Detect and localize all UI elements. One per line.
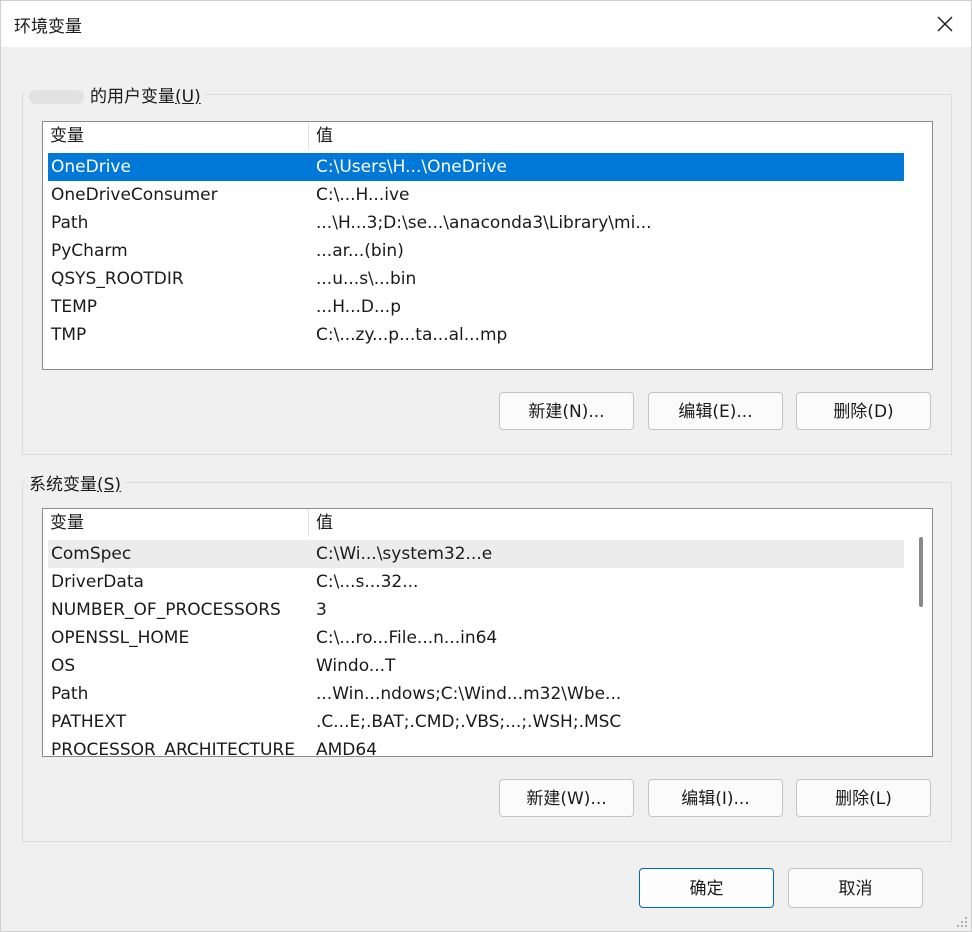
variable-value: Windo...T [316,656,396,676]
system-variables-label-accel: (S) [97,475,122,495]
system-variables-label-text: 系统变量 [29,475,97,495]
variable-value: ...H...D...p [316,297,401,317]
variable-value: .C...E;.BAT;.CMD;.VBS;...;.WSH;.MSC [316,712,622,732]
close-icon [937,16,953,32]
variable-name: OneDriveConsumer [51,185,218,205]
user-edit-button[interactable]: 编辑(E)... [648,392,783,430]
column-header-value[interactable]: 值 [309,509,903,537]
variable-name: OS [51,656,76,676]
variable-value: AMD64 [316,740,378,757]
user-variables-label-text: 的用户变量 [90,87,175,107]
variable-value: C:\...ro...File...n...in64 [316,628,498,648]
cancel-button[interactable]: 取消 [788,868,923,908]
variable-name: OneDrive [51,157,131,177]
variable-name: ComSpec [51,544,132,564]
column-header-value[interactable]: 值 [309,122,903,150]
system-variables-list[interactable]: 变量 值 ComSpec C:\Wi...\system32...e Drive… [42,508,933,757]
list-item[interactable]: NUMBER_OF_PROCESSORS 3 [48,596,904,624]
variable-name: DriverData [51,572,144,592]
system-delete-button[interactable]: 删除(L) [796,779,931,817]
column-header-variable[interactable]: 变量 [43,122,309,150]
variable-name: QSYS_ROOTDIR [51,269,184,289]
list-item[interactable]: ComSpec C:\Wi...\system32...e [48,540,904,568]
user-variables-label-accel: (U) [175,87,201,107]
system-list-scrollbar[interactable] [906,509,932,756]
variable-value: ...ar...(bin) [316,241,404,261]
user-variables-label: 的用户变量(U) [25,82,205,107]
list-item[interactable]: PROCESSOR_ARCHITECTURE AMD64 [48,736,904,757]
variable-value: ...Win...ndows;C:\Wind...m32\Wbe... [316,684,622,704]
variable-name: PATHEXT [51,712,127,732]
list-item[interactable]: OS Windo...T [48,652,904,680]
list-item[interactable]: OneDriveConsumer C:\...H...ive [48,181,904,209]
list-item[interactable]: PATHEXT .C...E;.BAT;.CMD;.VBS;...;.WSH;.… [48,708,904,736]
list-item[interactable]: Path ...Win...ndows;C:\Wind...m32\Wbe... [48,680,904,708]
user-delete-button[interactable]: 删除(D) [796,392,931,430]
title-bar: 环境变量 [1,1,971,47]
variable-value: C:\...s...32... [316,572,419,592]
variable-value: 3 [316,600,327,620]
variable-value: C:\Wi...\system32...e [316,544,493,564]
scroll-thumb[interactable] [919,537,923,607]
window-title: 环境变量 [14,17,82,37]
close-button[interactable] [923,5,967,43]
list-item[interactable]: QSYS_ROOTDIR ...u...s\...bin [48,265,904,293]
variable-name: PROCESSOR_ARCHITECTURE [51,740,295,757]
system-list-header: 变量 值 [43,509,903,537]
ok-button[interactable]: 确定 [639,868,774,908]
system-new-button[interactable]: 新建(W)... [499,779,634,817]
variable-name: PyCharm [51,241,128,261]
list-item[interactable]: TMP C:\...zy...p...ta...al...mp [48,321,904,349]
system-variables-label: 系统变量(S) [25,470,126,495]
user-variables-list[interactable]: 变量 值 OneDrive C:\Users\H...\OneDrive One… [42,121,933,370]
list-item[interactable]: PyCharm ...ar...(bin) [48,237,904,265]
variable-name: TMP [51,325,87,345]
variable-value: ...u...s\...bin [316,269,417,289]
list-item[interactable]: OneDrive C:\Users\H...\OneDrive [48,153,904,181]
user-new-button[interactable]: 新建(N)... [499,392,634,430]
list-item[interactable]: TEMP ...H...D...p [48,293,904,321]
list-item[interactable]: Path ...\H...3;D:\se...\anaconda3\Librar… [48,209,904,237]
variable-name: TEMP [51,297,98,317]
system-edit-button[interactable]: 编辑(I)... [648,779,783,817]
variable-value: C:\...zy...p...ta...al...mp [316,325,508,345]
variable-name: Path [51,213,89,233]
variable-name: Path [51,684,89,704]
variable-value: C:\Users\H...\OneDrive [316,157,508,177]
variable-value: ...\H...3;D:\se...\anaconda3\Library\mi.… [316,213,652,233]
list-item[interactable]: DriverData C:\...s...32... [48,568,904,596]
column-header-variable[interactable]: 变量 [43,509,309,537]
list-item[interactable]: OPENSSL_HOME C:\...ro...File...n...in64 [48,624,904,652]
user-list-header: 变量 值 [43,122,903,150]
variable-value: C:\...H...ive [316,185,410,205]
resize-grip-icon[interactable] [955,915,969,929]
environment-variables-dialog: 环境变量 的用户变量(U) 变量 值 OneDrive C:\Users\H..… [0,0,972,932]
variable-name: OPENSSL_HOME [51,628,190,648]
variable-name: NUMBER_OF_PROCESSORS [51,600,281,620]
user-name-blurred [29,90,84,104]
